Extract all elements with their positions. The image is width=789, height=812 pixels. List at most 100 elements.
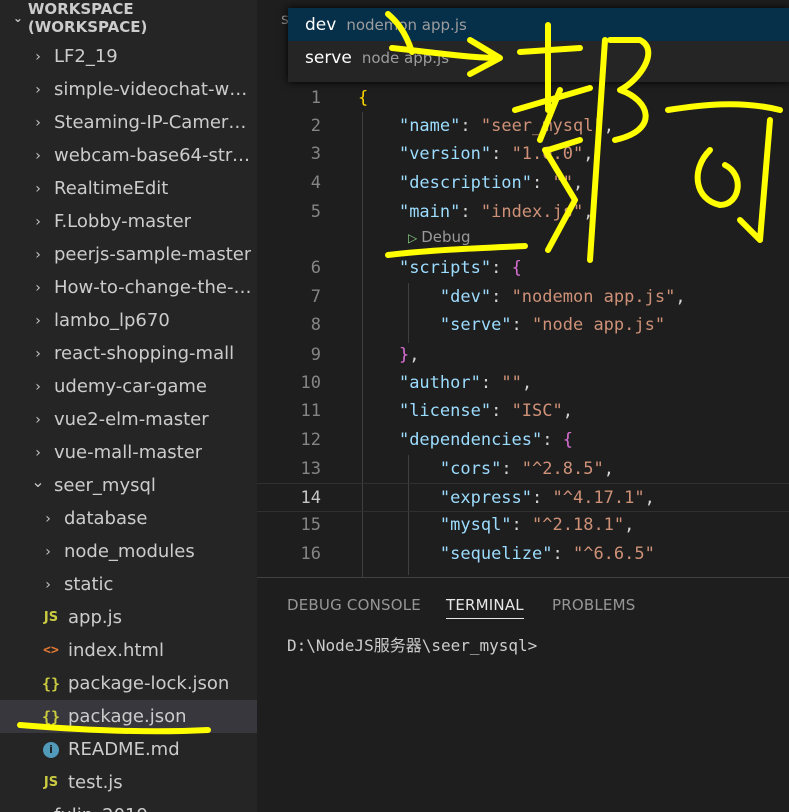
code-line[interactable]: 13 "cors": "^2.8.5",	[257, 455, 789, 484]
explorer-sidebar: ⌄ WORKSPACE (WORKSPACE) › LF2_19 › simple-v…	[0, 0, 257, 812]
explorer-item-label: README.md	[68, 739, 180, 760]
code-token: :	[552, 544, 573, 564]
code-line[interactable]: 11 "license": "ISC",	[257, 397, 789, 426]
code-line[interactable]: 15 "mysql": "^2.18.1",	[257, 511, 789, 540]
explorer-item[interactable]: › simple-videochat-we...	[0, 73, 257, 106]
code-line[interactable]: 1{	[257, 84, 789, 113]
workspace-header[interactable]: ⌄ WORKSPACE (WORKSPACE)	[0, 0, 257, 36]
code-line[interactable]: 16 "sequelize": "^6.6.5"	[257, 540, 789, 569]
explorer-item[interactable]: JS test.js	[0, 766, 257, 799]
explorer-item[interactable]: › LF2_19	[0, 40, 257, 73]
explorer-item-label: vue2-elm-master	[54, 409, 209, 430]
code-line[interactable]: 7 "dev": "nodemon app.js",	[257, 283, 789, 312]
code-text: "serve": "node app.js"	[358, 311, 665, 340]
explorer-item-label: package-lock.json	[68, 673, 230, 694]
code-token: ,	[562, 401, 573, 421]
chevron-right-icon: ›	[35, 279, 41, 296]
explorer-item[interactable]: JS app.js	[0, 601, 257, 634]
explorer-item-label: webcam-base64-stre...	[54, 145, 257, 166]
explorer-item[interactable]: <> index.html	[0, 634, 257, 667]
explorer-item[interactable]: › Steaming-IP-Camera-...	[0, 106, 257, 139]
explorer-item[interactable]: › RealtimeEdit	[0, 172, 257, 205]
code-token: :	[511, 515, 533, 535]
code-line[interactable]: 9 },	[257, 341, 789, 370]
code-token: "dev"	[439, 287, 492, 307]
code-token: :	[511, 315, 533, 335]
code-token: :	[491, 401, 512, 421]
explorer-item-label: static	[64, 574, 114, 595]
explorer-item[interactable]: › How-to-change-the-E...	[0, 271, 257, 304]
code-token: ,	[583, 202, 594, 222]
quick-pick-item-serve[interactable]: serve node app.js	[288, 41, 789, 74]
code-token: ,	[521, 373, 533, 393]
explorer-item[interactable]: › react-shopping-mall	[0, 337, 257, 370]
explorer-item-label: udemy-car-game	[54, 376, 208, 397]
javascript-file-icon: JS	[43, 775, 59, 790]
code-line[interactable]: 4 "description": "",	[257, 169, 789, 198]
code-token: "serve"	[439, 315, 512, 335]
code-line[interactable]: 12 "dependencies": {	[257, 426, 789, 455]
explorer-item-label: database	[64, 508, 148, 529]
code-token: "^2.8.5"	[521, 459, 604, 479]
code-text: {	[358, 84, 368, 113]
explorer-item[interactable]: {} package.json	[0, 700, 257, 733]
code-token: :	[532, 488, 553, 508]
html-file-icon: <>	[43, 643, 59, 658]
code-token: "mysql"	[439, 515, 512, 535]
code-token: :	[501, 459, 522, 479]
explorer-item-label: RealtimeEdit	[54, 178, 169, 199]
explorer-item[interactable]: › peerjs-sample-master	[0, 238, 257, 271]
code-token: :	[542, 430, 563, 450]
explorer-item[interactable]: › node_modules	[0, 535, 257, 568]
code-token: ,	[675, 287, 686, 307]
explorer-item[interactable]: › webcam-base64-stre...	[0, 139, 257, 172]
explorer-item[interactable]: {} package-lock.json	[0, 667, 257, 700]
script-quick-pick: dev nodemon app.js serve node app.js	[288, 8, 789, 82]
code-editor[interactable]: s 1{2 "name": "seer_mysql", 3 "version": …	[257, 0, 789, 577]
tab-problems[interactable]: PROBLEMS	[552, 596, 635, 614]
explorer-item[interactable]: › database	[0, 502, 257, 535]
code-token: "^6.6.5"	[572, 544, 655, 564]
code-token: "license"	[398, 401, 492, 421]
explorer-item-label: lambo_lp670	[54, 310, 170, 331]
tab-debug-console[interactable]: DEBUG CONSOLE	[287, 596, 421, 614]
explorer-item[interactable]: i README.md	[0, 733, 257, 766]
code-line[interactable]: 6 "scripts": {	[257, 254, 789, 283]
code-line[interactable]: 3 "version": "1.0.0",	[257, 140, 789, 169]
code-line[interactable]: 8 "serve": "node app.js"	[257, 311, 789, 340]
json-file-icon: {}	[41, 674, 61, 693]
explorer-item[interactable]: › static	[0, 568, 257, 601]
explorer-item[interactable]: › fulin_2019	[0, 799, 257, 812]
chevron-right-icon: ›	[35, 312, 41, 329]
tab-terminal[interactable]: TERMINAL	[446, 596, 524, 619]
explorer-item[interactable]: › F.Lobby-master	[0, 205, 257, 238]
chevron-right-icon: ›	[35, 411, 41, 428]
line-number: 6	[310, 258, 321, 278]
explorer-item[interactable]: › lambo_lp670	[0, 304, 257, 337]
code-token: }	[398, 345, 410, 365]
code-line[interactable]: 14 "express": "^4.17.1",	[257, 483, 789, 512]
code-token: "^4.17.1"	[552, 488, 645, 508]
json-file-icon: {}	[41, 707, 61, 726]
explorer-item-label: package.json	[68, 706, 187, 727]
quick-pick-label: dev	[305, 14, 337, 35]
code-line[interactable]: 2 "name": "seer_mysql",	[257, 112, 789, 141]
chevron-down-icon: ⌄	[12, 11, 23, 25]
explorer-item[interactable]: › vue-mall-master	[0, 436, 257, 469]
code-text: "sequelize": "^6.6.5"	[358, 540, 655, 569]
line-number: 11	[300, 401, 321, 421]
explorer-item[interactable]: › vue2-elm-master	[0, 403, 257, 436]
quick-pick-item-dev[interactable]: dev nodemon app.js	[288, 8, 789, 41]
code-text: "scripts": {	[358, 254, 522, 283]
code-line[interactable]: 10 "author": "",	[257, 369, 789, 398]
code-line[interactable]: 5 "main": "index.js",	[257, 198, 789, 227]
terminal-prompt[interactable]: D:\NodeJS服务器\seer_mysql>	[287, 632, 537, 656]
explorer-item[interactable]: › udemy-car-game	[0, 370, 257, 403]
code-text: "dev": "nodemon app.js",	[358, 283, 686, 312]
code-token: "sequelize"	[439, 544, 553, 564]
explorer-item[interactable]: ⌄ seer_mysql	[0, 469, 257, 502]
debug-codelens[interactable]: ▷ Debug	[408, 228, 471, 246]
code-text: "description": "",	[358, 169, 583, 198]
